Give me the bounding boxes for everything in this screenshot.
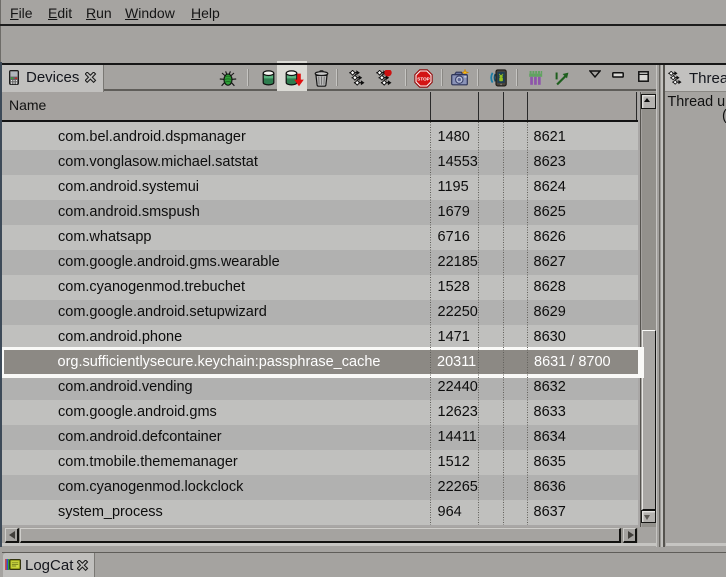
svg-text:STOP: STOP — [417, 76, 429, 81]
